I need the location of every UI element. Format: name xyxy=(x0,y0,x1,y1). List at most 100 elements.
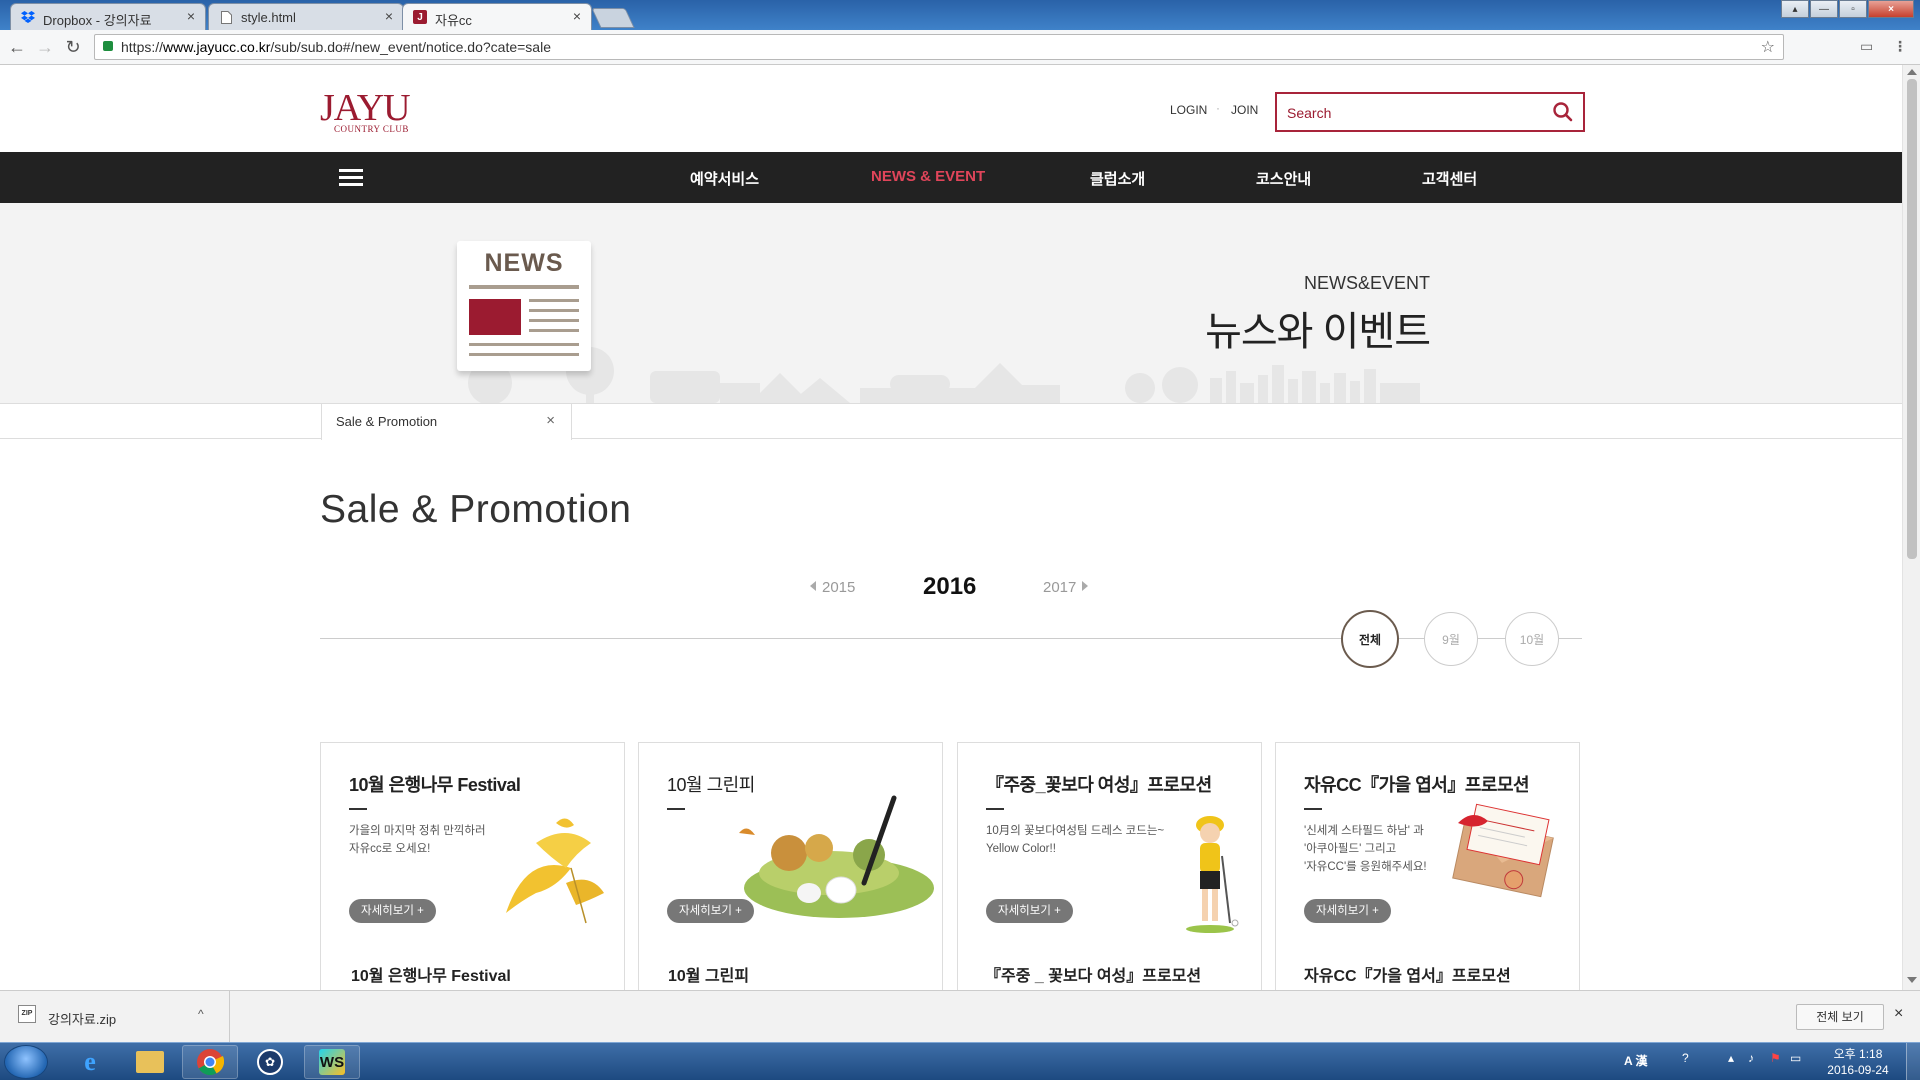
system-tray: A 漢 ? ▴ ♪ ⚑ ▭ xyxy=(1610,1049,1810,1075)
bookmark-star-icon[interactable]: ☆ xyxy=(1761,37,1775,57)
chevron-up-icon[interactable]: ▴ xyxy=(1728,1051,1734,1065)
detail-button[interactable]: 자세히보기 + xyxy=(349,899,436,923)
tab-close-icon[interactable]: × xyxy=(187,8,195,24)
detail-button[interactable]: 자세히보기 + xyxy=(1304,899,1391,923)
network-icon[interactable]: ▭ xyxy=(1790,1051,1801,1065)
ime-indicator[interactable]: A 漢 xyxy=(1624,1052,1648,1069)
female-golfer-art xyxy=(1186,816,1239,933)
start-button[interactable] xyxy=(4,1045,48,1079)
chrome-icon[interactable] xyxy=(182,1045,238,1079)
close-window-button[interactable]: × xyxy=(1868,0,1914,18)
month-filter-9[interactable]: 9월 xyxy=(1424,612,1478,666)
card-bottom-title[interactable]: 10월 그린피 xyxy=(668,962,749,986)
news-line xyxy=(469,353,579,356)
url-text: https://www.jayucc.co.kr/sub/sub.do#/new… xyxy=(121,39,551,55)
card-divider xyxy=(349,808,367,810)
login-link[interactable]: LOGIN xyxy=(1170,103,1207,117)
minimize-button[interactable]: — xyxy=(1810,0,1838,18)
browser-tab-style-html[interactable]: style.html × xyxy=(208,3,404,30)
page-scrollbar[interactable] xyxy=(1902,65,1920,990)
news-line xyxy=(529,319,579,322)
user-icon[interactable]: ▴ xyxy=(1781,0,1809,18)
site-header: JAYU COUNTRY CLUB LOGIN · JOIN xyxy=(0,65,1902,152)
ie-icon[interactable]: e xyxy=(62,1045,118,1079)
postcard-art xyxy=(1452,803,1554,898)
tab-close-icon[interactable]: × xyxy=(385,8,393,24)
chevron-up-icon[interactable]: ^ xyxy=(198,1007,204,1021)
news-line xyxy=(529,329,579,332)
tab-title: Dropbox - 강의자료 xyxy=(43,13,152,28)
news-line xyxy=(469,343,579,346)
search-input[interactable] xyxy=(1287,103,1537,123)
explorer-icon[interactable] xyxy=(122,1045,178,1079)
page-title: Sale & Promotion xyxy=(320,488,632,531)
download-shelf: ZIP 강의자료.zip ^ 전체 보기 × xyxy=(0,990,1920,1043)
golf-course-art xyxy=(739,795,934,918)
scroll-up-icon[interactable] xyxy=(1907,69,1917,75)
card-title: 자유CC『가을 엽서』프로모션 xyxy=(1304,775,1530,795)
card-title: 10월 은행나무 Festival xyxy=(349,775,521,795)
tab-close-icon[interactable]: × xyxy=(573,8,581,24)
flag-icon[interactable]: ⚑ xyxy=(1770,1051,1781,1065)
download-file-name: 강의자료.zip xyxy=(48,1012,117,1027)
month-filter-10[interactable]: 10월 xyxy=(1505,612,1559,666)
file-icon xyxy=(219,10,233,24)
detail-button[interactable]: 자세히보기 + xyxy=(986,899,1073,923)
month-filter-all[interactable]: 전체 xyxy=(1341,610,1399,668)
subnav-tab-sale-promotion[interactable]: Sale & Promotion × xyxy=(321,403,572,440)
volume-icon[interactable]: ♪ xyxy=(1748,1051,1754,1065)
nav-item-course-guide[interactable]: 코스안내 xyxy=(1256,168,1311,189)
address-bar[interactable]: https://www.jayucc.co.kr/sub/sub.do#/new… xyxy=(94,34,1784,60)
nav-item-customer-center[interactable]: 고객센터 xyxy=(1422,168,1477,189)
card-description: 가을의 마지막 정취 만끽하러 자유cc로 오세요! xyxy=(349,825,486,855)
show-desktop-button[interactable] xyxy=(1906,1043,1920,1080)
news-rule xyxy=(469,285,579,289)
windows-taskbar: e ✿ WS A 漢 ? ▴ ♪ ⚑ ▭ 오후 1:18 2016-09-24 xyxy=(0,1042,1920,1080)
join-link[interactable]: JOIN xyxy=(1231,103,1258,117)
scroll-thumb[interactable] xyxy=(1907,79,1917,559)
news-photo-block xyxy=(469,299,521,335)
lock-icon xyxy=(103,41,113,51)
card-divider xyxy=(667,808,685,810)
promotion-card-list: 10월 은행나무 Festival 가을의 마지막 정취 만끽하러 자유cc로 … xyxy=(320,742,1580,1002)
banner-title: 뉴스와 이벤트 xyxy=(1205,310,1431,354)
zip-file-icon: ZIP xyxy=(18,1005,36,1023)
year-prev-link[interactable]: 2015 xyxy=(810,579,855,596)
menu-icon[interactable]: ⋮ xyxy=(1893,38,1907,55)
main-nav: 예약서비스 NEWS & EVENT 클럽소개 코스안내 고객센터 xyxy=(0,152,1902,203)
jayu-logo[interactable]: JAYU COUNTRY CLUB xyxy=(320,89,416,135)
scroll-down-icon[interactable] xyxy=(1907,977,1917,983)
browser-tab-jayucc[interactable]: J 자유cc × xyxy=(402,3,592,30)
download-item[interactable]: ZIP 강의자료.zip ^ xyxy=(0,991,230,1043)
search-icon[interactable] xyxy=(1551,100,1575,124)
nav-item-club-intro[interactable]: 클럽소개 xyxy=(1090,168,1145,189)
close-icon[interactable]: × xyxy=(546,412,555,429)
system-clock[interactable]: 오후 1:18 2016-09-24 xyxy=(1818,1046,1898,1078)
maximize-button[interactable]: ▫ xyxy=(1839,0,1867,18)
year-next-link[interactable]: 2017 xyxy=(1043,579,1089,596)
cast-icon[interactable]: ▭ xyxy=(1860,38,1873,55)
new-tab-button[interactable] xyxy=(591,8,635,28)
nav-item-reservation[interactable]: 예약서비스 xyxy=(690,168,759,189)
card-bottom-title[interactable]: 자유CC『가을 엽서』프로모션 xyxy=(1304,962,1511,986)
card-description: '신세계 스타필드 하남' 과 '아쿠아필드' 그리고 '자유CC'를 응원해주… xyxy=(1304,825,1427,873)
forward-arrow-icon[interactable]: → xyxy=(34,36,56,58)
sub-nav: Sale & Promotion × xyxy=(0,403,1902,440)
close-shelf-icon[interactable]: × xyxy=(1894,1005,1903,1023)
card-bottom-title[interactable]: 10월 은행나무 Festival xyxy=(351,962,511,986)
hamburger-menu-icon[interactable] xyxy=(339,169,363,187)
show-all-downloads-button[interactable]: 전체 보기 xyxy=(1796,1004,1884,1030)
card-title: 『주중_꽃보다 여성』프로모션 xyxy=(986,775,1212,795)
browser-tab-dropbox[interactable]: Dropbox - 강의자료 × xyxy=(10,3,206,30)
tab-title: 자유cc xyxy=(435,13,472,28)
back-arrow-icon[interactable]: ← xyxy=(6,36,28,58)
app-icon[interactable]: ✿ xyxy=(242,1045,298,1079)
card-bottom-title[interactable]: 『주중 _ 꽃보다 여성』프로모션 xyxy=(985,962,1201,986)
reload-icon[interactable]: ↻ xyxy=(62,36,84,58)
help-icon[interactable]: ? xyxy=(1682,1051,1689,1065)
dropbox-icon xyxy=(21,10,35,24)
nav-item-news-event[interactable]: NEWS & EVENT xyxy=(871,168,985,185)
search-box xyxy=(1275,92,1585,132)
browser-toolbar: ← → ↻ https://www.jayucc.co.kr/sub/sub.d… xyxy=(0,30,1920,65)
webstorm-icon[interactable]: WS xyxy=(304,1045,360,1079)
